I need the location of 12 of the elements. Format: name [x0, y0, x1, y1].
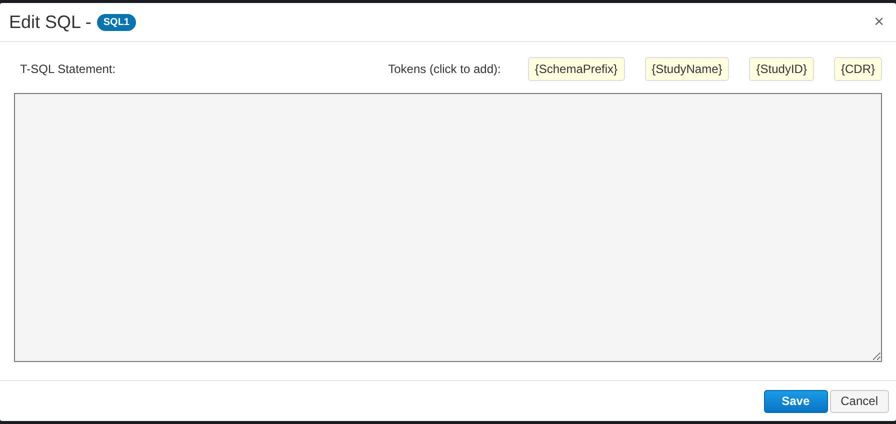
dialog-title: Edit SQL -	[9, 12, 92, 32]
sql-text-area[interactable]	[14, 93, 882, 362]
token-button[interactable]: {SchemaPrefix}	[528, 57, 625, 81]
cancel-button[interactable]: Cancel	[830, 390, 889, 412]
statement-label: T-SQL Statement:	[20, 62, 116, 76]
token-button[interactable]: {StudyID}	[749, 57, 814, 81]
token-button[interactable]: {StudyName}	[644, 57, 730, 81]
sql-badge: SQL1	[97, 14, 136, 30]
tokens-label: Tokens (click to add):	[388, 62, 501, 76]
token-button[interactable]: {CDR}	[834, 57, 882, 81]
close-button[interactable]: ×	[872, 12, 886, 32]
save-button[interactable]: Save	[764, 390, 828, 412]
